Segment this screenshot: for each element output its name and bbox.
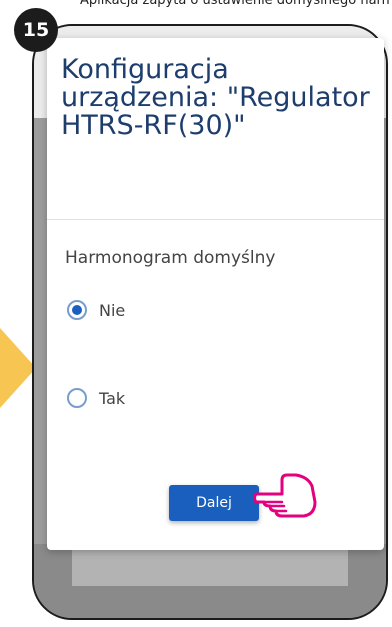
divider bbox=[47, 219, 384, 220]
instruction-text: Aplikacja zapyta o ustawienie domyślnego… bbox=[80, 0, 392, 8]
radio-button-nie[interactable] bbox=[67, 300, 87, 320]
arrow-icon bbox=[0, 328, 36, 408]
radio-option-nie[interactable]: Nie bbox=[67, 300, 125, 320]
dialog-title: Konfiguracja urządzenia: "Regulator HTRS… bbox=[61, 54, 370, 141]
radio-selected-dot bbox=[72, 305, 82, 315]
pointing-hand-icon bbox=[254, 473, 317, 518]
next-button[interactable]: Dalej bbox=[169, 485, 259, 521]
config-dialog: Konfiguracja urządzenia: "Regulator HTRS… bbox=[47, 38, 384, 550]
radio-label-tak: Tak bbox=[99, 388, 126, 408]
radio-label-nie: Nie bbox=[99, 300, 126, 320]
radio-button-tak[interactable] bbox=[67, 388, 87, 408]
section-label: Harmonogram domyślny bbox=[65, 248, 276, 268]
radio-option-tak[interactable]: Tak bbox=[67, 388, 125, 408]
background-card bbox=[72, 546, 348, 586]
step-badge: 15 bbox=[14, 8, 58, 52]
